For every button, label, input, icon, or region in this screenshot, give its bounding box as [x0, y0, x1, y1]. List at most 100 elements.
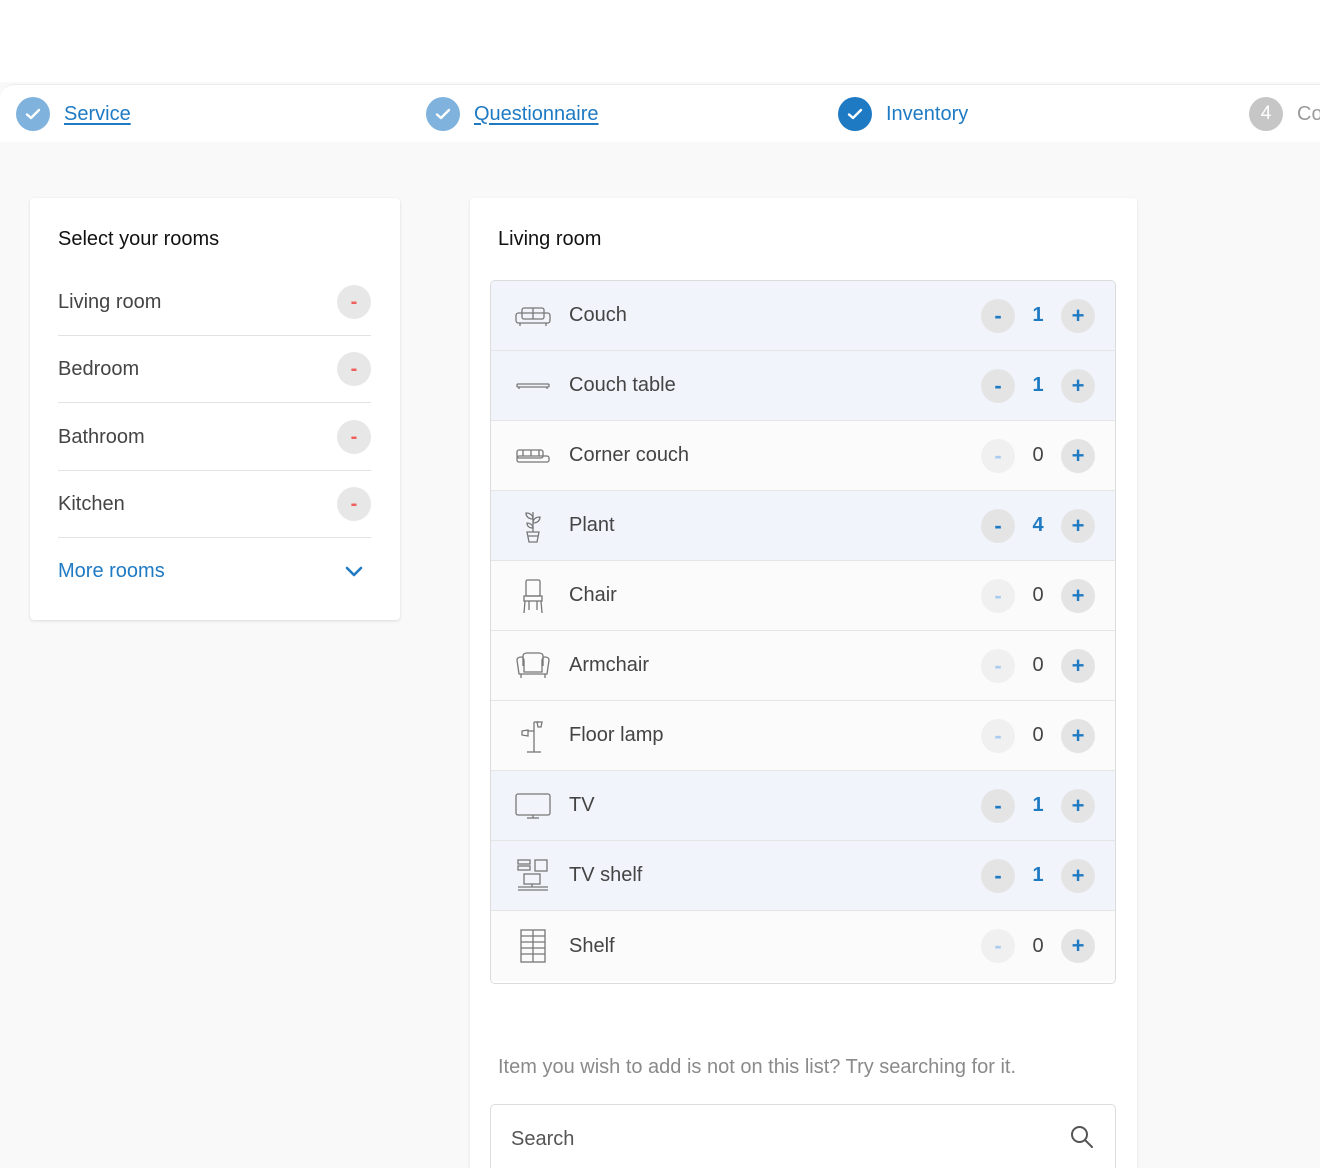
decrease-button[interactable]: -	[981, 788, 1015, 823]
decrease-button[interactable]: -	[981, 858, 1015, 893]
increase-button[interactable]: +	[1061, 508, 1095, 543]
inventory-row-armchair: Armchair - 0 +	[491, 631, 1115, 701]
decrease-button[interactable]: -	[981, 368, 1015, 403]
more-rooms-label: More rooms	[58, 560, 165, 582]
quantity-stepper: - 0 +	[981, 648, 1095, 683]
top-bar	[0, 0, 1320, 82]
quantity-stepper: - 1 +	[981, 368, 1095, 403]
rooms-card: Select your rooms Living room - Bedroom …	[30, 198, 400, 620]
room-label: Bedroom	[58, 357, 140, 380]
step-number: 4	[1249, 97, 1283, 131]
quantity-stepper: - 0 +	[981, 929, 1095, 963]
more-rooms-toggle[interactable]: More rooms	[58, 538, 371, 605]
item-label: TV	[569, 794, 595, 816]
quantity-stepper: - 0 +	[981, 718, 1095, 753]
room-label: Kitchen	[58, 492, 125, 515]
quantity-value: 4	[1032, 514, 1044, 536]
couch-icon	[511, 296, 555, 336]
item-label: Chair	[569, 584, 617, 606]
decrease-button[interactable]: -	[981, 929, 1015, 963]
item-label: Couch table	[569, 374, 676, 396]
increase-button[interactable]: +	[1061, 929, 1095, 963]
quantity-value: 0	[1032, 444, 1044, 466]
remove-room-button[interactable]: -	[337, 352, 371, 386]
inventory-row-chair: Chair - 0 +	[491, 561, 1115, 631]
inventory-row-corner-couch: Corner couch - 0 +	[491, 421, 1115, 491]
check-icon	[426, 97, 460, 131]
inventory-card: Living room Couch - 1 + Couch table - 1 …	[470, 198, 1137, 1168]
increase-button[interactable]: +	[1061, 858, 1095, 893]
increase-button[interactable]: +	[1061, 648, 1095, 683]
increase-button[interactable]: +	[1061, 788, 1095, 823]
floor-lamp-icon	[511, 716, 555, 756]
remove-room-button[interactable]: -	[337, 420, 371, 454]
chevron-down-icon	[337, 555, 371, 589]
shelf-icon	[511, 926, 555, 966]
chair-icon	[511, 576, 555, 616]
search-hint: Item you wish to add is not on this list…	[498, 1056, 1017, 1078]
quantity-value: 0	[1032, 654, 1044, 676]
check-icon	[16, 97, 50, 131]
step-service[interactable]: Service	[16, 97, 131, 131]
quantity-stepper: - 0 +	[981, 438, 1095, 473]
search-input[interactable]	[511, 1127, 1069, 1151]
inventory-title: Living room	[498, 228, 602, 250]
remove-room-button[interactable]: -	[337, 285, 371, 319]
quantity-stepper: - 1 +	[981, 788, 1095, 823]
increase-button[interactable]: +	[1061, 298, 1095, 333]
quantity-value: 1	[1032, 794, 1044, 816]
inventory-row-couch-table: Couch table - 1 +	[491, 351, 1115, 421]
item-label: Shelf	[569, 934, 615, 957]
step-label: Inventory	[886, 102, 969, 125]
step-questionnaire[interactable]: Questionnaire	[426, 97, 599, 131]
room-item-living-room[interactable]: Living room -	[58, 269, 371, 336]
decrease-button[interactable]: -	[981, 648, 1015, 683]
corner-couch-icon	[511, 436, 555, 476]
inventory-row-floor-lamp: Floor lamp - 0 +	[491, 701, 1115, 771]
room-label: Bathroom	[58, 425, 145, 448]
item-label: Corner couch	[569, 444, 690, 466]
item-label: Armchair	[569, 654, 650, 676]
step-inventory: Inventory	[838, 97, 968, 131]
inventory-row-couch: Couch - 1 +	[491, 281, 1115, 351]
inventory-row-tv-shelf: TV shelf - 1 +	[491, 841, 1115, 911]
quantity-value: 0	[1032, 724, 1044, 746]
quantity-stepper: - 1 +	[981, 298, 1095, 333]
item-label: Couch	[569, 304, 627, 326]
quantity-value: 0	[1032, 584, 1044, 606]
room-item-kitchen[interactable]: Kitchen -	[58, 471, 371, 538]
room-label: Living room	[58, 290, 162, 313]
tv-shelf-icon	[511, 856, 555, 896]
quantity-value: 1	[1032, 304, 1044, 326]
inventory-row-shelf: Shelf - 0 +	[491, 911, 1115, 981]
search-icon[interactable]	[1069, 1124, 1095, 1155]
step-label[interactable]: Service	[64, 103, 131, 126]
couch-table-icon	[511, 366, 555, 406]
increase-button[interactable]: +	[1061, 578, 1095, 613]
room-item-bedroom[interactable]: Bedroom -	[58, 336, 371, 403]
quantity-stepper: - 1 +	[981, 858, 1095, 893]
step-confirm: 4 Co	[1249, 97, 1320, 131]
item-label: TV shelf	[569, 864, 643, 886]
item-label: Plant	[569, 514, 615, 536]
step-label[interactable]: Questionnaire	[474, 103, 599, 126]
increase-button[interactable]: +	[1061, 718, 1095, 753]
remove-room-button[interactable]: -	[337, 487, 371, 521]
rooms-title: Select your rooms	[58, 228, 220, 250]
inventory-list: Couch - 1 + Couch table - 1 + Corner cou…	[490, 280, 1116, 984]
decrease-button[interactable]: -	[981, 438, 1015, 473]
item-label: Floor lamp	[569, 724, 664, 746]
armchair-icon	[511, 646, 555, 686]
decrease-button[interactable]: -	[981, 298, 1015, 333]
increase-button[interactable]: +	[1061, 438, 1095, 473]
room-item-bathroom[interactable]: Bathroom -	[58, 404, 371, 471]
decrease-button[interactable]: -	[981, 508, 1015, 543]
quantity-value: 1	[1032, 864, 1044, 886]
decrease-button[interactable]: -	[981, 718, 1015, 753]
inventory-row-tv: TV - 1 +	[491, 771, 1115, 841]
step-label: Co	[1297, 102, 1320, 125]
search-box	[490, 1104, 1116, 1168]
inventory-row-plant: Plant - 4 +	[491, 491, 1115, 561]
increase-button[interactable]: +	[1061, 368, 1095, 403]
decrease-button[interactable]: -	[981, 578, 1015, 613]
